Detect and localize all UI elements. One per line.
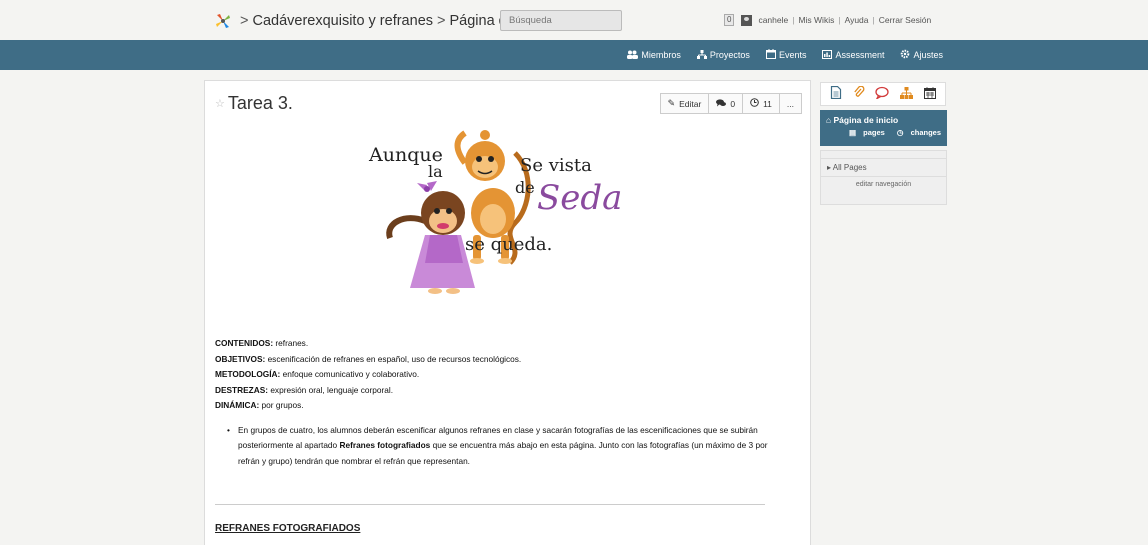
detail-destrezas: DESTREZAS: expresión oral, lenguaje corp… <box>215 384 394 395</box>
pencil-icon: ✎ <box>667 98 676 108</box>
instruction-item: En grupos de cuatro, los alumnos deberán… <box>227 423 787 470</box>
page-title-row: ☆ Tarea 3. <box>215 93 293 114</box>
more-button[interactable]: ... <box>778 93 802 114</box>
my-wikis-link[interactable]: Mis Wikis <box>798 15 834 25</box>
clock-icon: ◷ <box>896 128 904 137</box>
history-count: 11 <box>763 98 772 109</box>
chevron-right-icon: ▸ <box>827 163 832 172</box>
navigation-box: ▸ All Pages editar navegación <box>820 150 947 205</box>
pages-link[interactable]: ▤ pages <box>844 128 885 137</box>
user-bar: 0 canhele | Mis Wikis | Ayuda | Cerrar S… <box>724 14 931 26</box>
nav-events-label: Events <box>778 50 807 60</box>
page-icon: ▤ <box>848 128 857 137</box>
logout-link[interactable]: Cerrar Sesión <box>879 15 931 25</box>
assessment-icon <box>822 49 833 61</box>
proverb-illustration: Aunque la Se vista de Seda se queda. <box>368 130 622 294</box>
edit-navigation-link[interactable]: editar navegación <box>821 177 946 188</box>
refranes-fotografiados-ref: Refranes fotografiados <box>339 440 431 450</box>
nav-members[interactable]: Miembros <box>627 50 681 61</box>
illustration-word-de: de <box>515 178 535 197</box>
detail-dinamica: DINÁMICA: por grupos. <box>215 400 304 410</box>
nav-events[interactable]: Events <box>765 49 807 61</box>
breadcrumb-separator: > <box>437 13 446 29</box>
members-icon <box>627 50 639 61</box>
breadcrumb-separator: > <box>240 13 249 29</box>
edit-button[interactable]: ✎ Editar <box>659 93 709 114</box>
nav-members-label: Miembros <box>641 50 681 60</box>
clock-icon <box>750 98 759 109</box>
search-input[interactable] <box>500 10 622 31</box>
comments-count: 0 <box>730 98 736 109</box>
section-divider <box>215 504 765 505</box>
detail-contenidos: CONTENIDOS: refranes. <box>215 338 309 348</box>
calendar-icon[interactable] <box>923 86 936 102</box>
nav-assessment[interactable]: Assessment <box>822 49 885 61</box>
hierarchy-icon[interactable] <box>900 86 914 102</box>
section-heading-refranes[interactable]: REFRANES FOTOGRAFIADOS <box>215 523 360 534</box>
wiki-logo-icon[interactable] <box>213 11 233 31</box>
help-link[interactable]: Ayuda <box>845 15 869 25</box>
calendar-icon <box>765 49 776 61</box>
page-actions: ✎ Editar 0 11 ... <box>659 93 802 114</box>
comment-icon[interactable] <box>875 86 890 102</box>
breadcrumb-wiki-link[interactable]: Cadáverexquisito y refranes <box>252 13 433 29</box>
comments-icon <box>716 98 727 109</box>
projects-icon <box>696 49 707 61</box>
gear-icon <box>900 49 910 61</box>
comments-button[interactable]: 0 <box>708 93 743 114</box>
page-icon[interactable] <box>830 85 842 102</box>
attachment-icon[interactable] <box>853 85 865 102</box>
home-icon: ⌂ <box>826 115 832 125</box>
nav-settings[interactable]: Ajustes <box>900 49 943 61</box>
detail-metodologia: METODOLOGÍA: enfoque comunicativo y cola… <box>215 369 420 379</box>
nav-assessment-label: Assessment <box>835 50 885 60</box>
illustration-word-seda: Seda <box>537 178 622 218</box>
illustration-word-se-vista: Se vista <box>520 155 592 176</box>
illustration-word-se-queda: se queda. <box>465 234 552 255</box>
notification-count-badge[interactable]: 0 <box>724 14 735 26</box>
current-page-box[interactable]: ⌂ Página de inicio ▤ pages ◷ changes <box>820 110 947 146</box>
main-nav-bar: Miembros Proyectos Events Assessment Aju… <box>0 40 1148 70</box>
detail-objetivos: OBJETIVOS: escenificación de refranes en… <box>215 353 522 364</box>
top-header: > Cadáverexquisito y refranes > Página d… <box>0 0 1148 40</box>
instructions-list: En grupos de cuatro, los alumnos deberán… <box>215 423 795 470</box>
all-pages-link[interactable]: ▸ All Pages <box>821 159 946 177</box>
user-avatar-icon[interactable] <box>741 14 753 26</box>
current-page-title: ⌂ Página de inicio <box>826 115 899 125</box>
illustration-word-la: la <box>428 162 443 181</box>
page-title: Tarea 3. <box>227 93 293 113</box>
page-tools-bar <box>820 82 946 106</box>
star-icon[interactable]: ☆ <box>215 97 225 110</box>
edit-button-label: Editar <box>679 98 702 109</box>
changes-link[interactable]: ◷ changes <box>892 128 941 137</box>
page-body: CONTENIDOS: refranes. OBJETIVOS: escenif… <box>215 336 795 469</box>
nav-projects[interactable]: Proyectos <box>696 49 750 61</box>
history-button[interactable]: 11 <box>742 93 779 114</box>
nav-projects-label: Proyectos <box>709 50 750 60</box>
user-name-link[interactable]: canhele <box>758 15 788 25</box>
purple-monkey-figure <box>386 181 475 294</box>
nav-settings-label: Ajustes <box>913 50 943 60</box>
page-content-card: ☆ Tarea 3. ✎ Editar 0 11 ... Aunque la S… <box>204 80 811 545</box>
